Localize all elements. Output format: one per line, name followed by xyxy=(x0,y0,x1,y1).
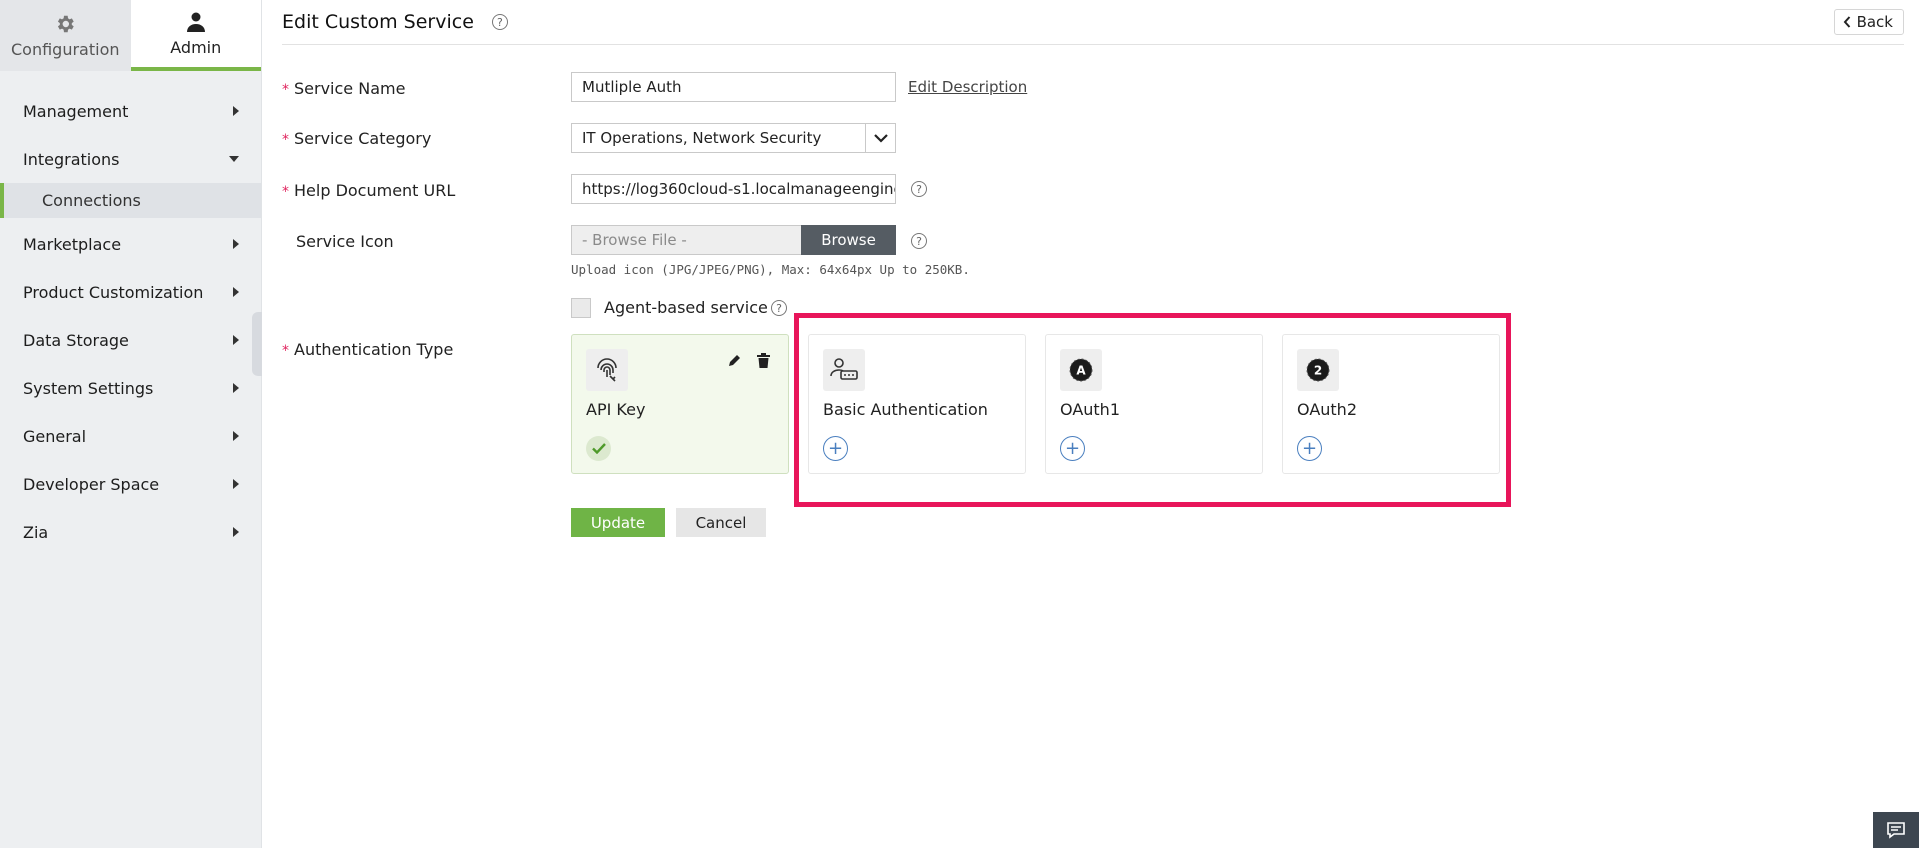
edit-icon[interactable] xyxy=(726,351,744,369)
caret-right-icon xyxy=(233,287,239,297)
sidebar-subitem-label: Connections xyxy=(42,191,141,210)
add-icon[interactable]: + xyxy=(1060,436,1085,461)
sidebar-item-label: Integrations xyxy=(23,149,120,169)
add-icon[interactable]: + xyxy=(1297,436,1322,461)
sidebar-item-system-settings[interactable]: System Settings xyxy=(0,364,261,412)
page-header: Edit Custom Service ? Back xyxy=(282,0,1904,45)
sidebar-item-management[interactable]: Management xyxy=(0,87,261,135)
caret-right-icon xyxy=(233,239,239,249)
oauth1-icon: A xyxy=(1060,349,1102,391)
sidebar-item-label: Marketplace xyxy=(23,234,122,254)
required-marker: * xyxy=(282,343,289,359)
sidebar-item-developer-space[interactable]: Developer Space xyxy=(0,460,261,508)
chat-button[interactable] xyxy=(1873,812,1919,848)
auth-card-label: OAuth1 xyxy=(1060,400,1120,419)
help-icon[interactable]: ? xyxy=(771,300,787,316)
sidebar: Configuration Admin Management Integrati… xyxy=(0,0,262,848)
back-button[interactable]: Back xyxy=(1833,9,1904,35)
chevron-down-icon[interactable] xyxy=(865,124,895,152)
chat-icon xyxy=(1887,822,1905,839)
svg-text:A: A xyxy=(1076,364,1086,378)
help-url-label: * Help Document URL xyxy=(282,181,456,200)
tab-admin[interactable]: Admin xyxy=(130,0,261,71)
service-category-select[interactable]: IT Operations, Network Security xyxy=(571,123,896,153)
sidebar-nav: Management Integrations Connections Mark… xyxy=(0,71,261,556)
service-category-value: IT Operations, Network Security xyxy=(582,129,822,147)
delete-icon[interactable] xyxy=(754,351,772,369)
help-icon[interactable]: ? xyxy=(911,233,927,249)
help-icon[interactable]: ? xyxy=(491,14,508,30)
tab-admin-label: Admin xyxy=(170,38,222,57)
caret-down-icon xyxy=(229,156,239,162)
browse-button[interactable]: Browse xyxy=(801,225,896,255)
auth-card-oauth1[interactable]: A OAuth1 + xyxy=(1045,334,1263,474)
required-marker: * xyxy=(282,184,289,200)
required-marker: * xyxy=(282,82,289,98)
auth-card-api-key[interactable]: API Key xyxy=(571,334,789,474)
sidebar-item-label: Developer Space xyxy=(23,474,160,494)
oauth2-icon: 2 xyxy=(1297,349,1339,391)
sidebar-item-general[interactable]: General xyxy=(0,412,261,460)
edit-description-link[interactable]: Edit Description xyxy=(908,78,1027,96)
update-button[interactable]: Update xyxy=(571,508,665,537)
fingerprint-key-icon xyxy=(586,349,628,391)
sidebar-item-marketplace[interactable]: Marketplace xyxy=(0,220,261,268)
sidebar-item-data-storage[interactable]: Data Storage xyxy=(0,316,261,364)
sidebar-item-label: System Settings xyxy=(23,378,154,398)
sidebar-top-tabs: Configuration Admin xyxy=(0,0,261,71)
sidebar-item-integrations[interactable]: Integrations xyxy=(0,135,261,183)
service-name-label: * Service Name xyxy=(282,79,406,98)
service-category-label: * Service Category xyxy=(282,129,432,148)
sidebar-collapse-handle[interactable] xyxy=(252,312,262,376)
sidebar-item-label: Data Storage xyxy=(23,330,129,350)
page-title: Edit Custom Service xyxy=(282,11,474,33)
back-button-label: Back xyxy=(1856,13,1893,31)
auth-card-label: API Key xyxy=(586,400,646,419)
help-url-input[interactable]: https://log360cloud-s1.localmanageengine xyxy=(571,174,896,204)
caret-right-icon xyxy=(233,335,239,345)
sidebar-item-label: General xyxy=(23,426,87,446)
tab-configuration-label: Configuration xyxy=(10,40,120,59)
caret-right-icon xyxy=(233,479,239,489)
cancel-button[interactable]: Cancel xyxy=(676,508,766,537)
agent-based-checkbox[interactable] xyxy=(571,298,591,318)
upload-hint: Upload icon (JPG/JPEG/PNG), Max: 64x64px… xyxy=(571,262,970,277)
user-icon xyxy=(184,10,208,34)
service-name-input[interactable]: Mutliple Auth xyxy=(571,72,896,102)
sidebar-item-label: Product Customization xyxy=(23,282,204,302)
tab-configuration[interactable]: Configuration xyxy=(0,0,131,71)
auth-card-label: OAuth2 xyxy=(1297,400,1357,419)
chevron-left-icon xyxy=(1843,16,1850,28)
auth-card-basic[interactable]: Basic Authentication + xyxy=(808,334,1026,474)
user-password-icon xyxy=(823,349,865,391)
caret-right-icon xyxy=(233,431,239,441)
sidebar-item-label: Management xyxy=(23,101,129,121)
caret-right-icon xyxy=(233,383,239,393)
required-marker: * xyxy=(282,132,289,148)
help-url-value: https://log360cloud-s1.localmanageengine xyxy=(582,180,896,198)
sidebar-item-zia[interactable]: Zia xyxy=(0,508,261,556)
agent-based-label: Agent-based service xyxy=(604,298,768,317)
sidebar-item-label: Zia xyxy=(23,522,49,542)
service-name-value: Mutliple Auth xyxy=(582,78,682,96)
auth-type-label: * Authentication Type xyxy=(282,340,454,359)
sidebar-subitem-connections[interactable]: Connections xyxy=(0,183,261,218)
sidebar-item-product-customization[interactable]: Product Customization xyxy=(0,268,261,316)
help-icon[interactable]: ? xyxy=(911,181,927,197)
caret-right-icon xyxy=(233,527,239,537)
add-icon[interactable]: + xyxy=(823,436,848,461)
check-icon xyxy=(586,436,611,461)
caret-right-icon xyxy=(233,106,239,116)
service-icon-label: Service Icon xyxy=(296,232,394,251)
auth-card-label: Basic Authentication xyxy=(823,400,988,419)
auth-card-oauth2[interactable]: 2 OAuth2 + xyxy=(1282,334,1500,474)
browse-file-field[interactable]: - Browse File - xyxy=(571,225,802,255)
gear-icon xyxy=(54,12,76,36)
svg-text:2: 2 xyxy=(1314,364,1322,378)
